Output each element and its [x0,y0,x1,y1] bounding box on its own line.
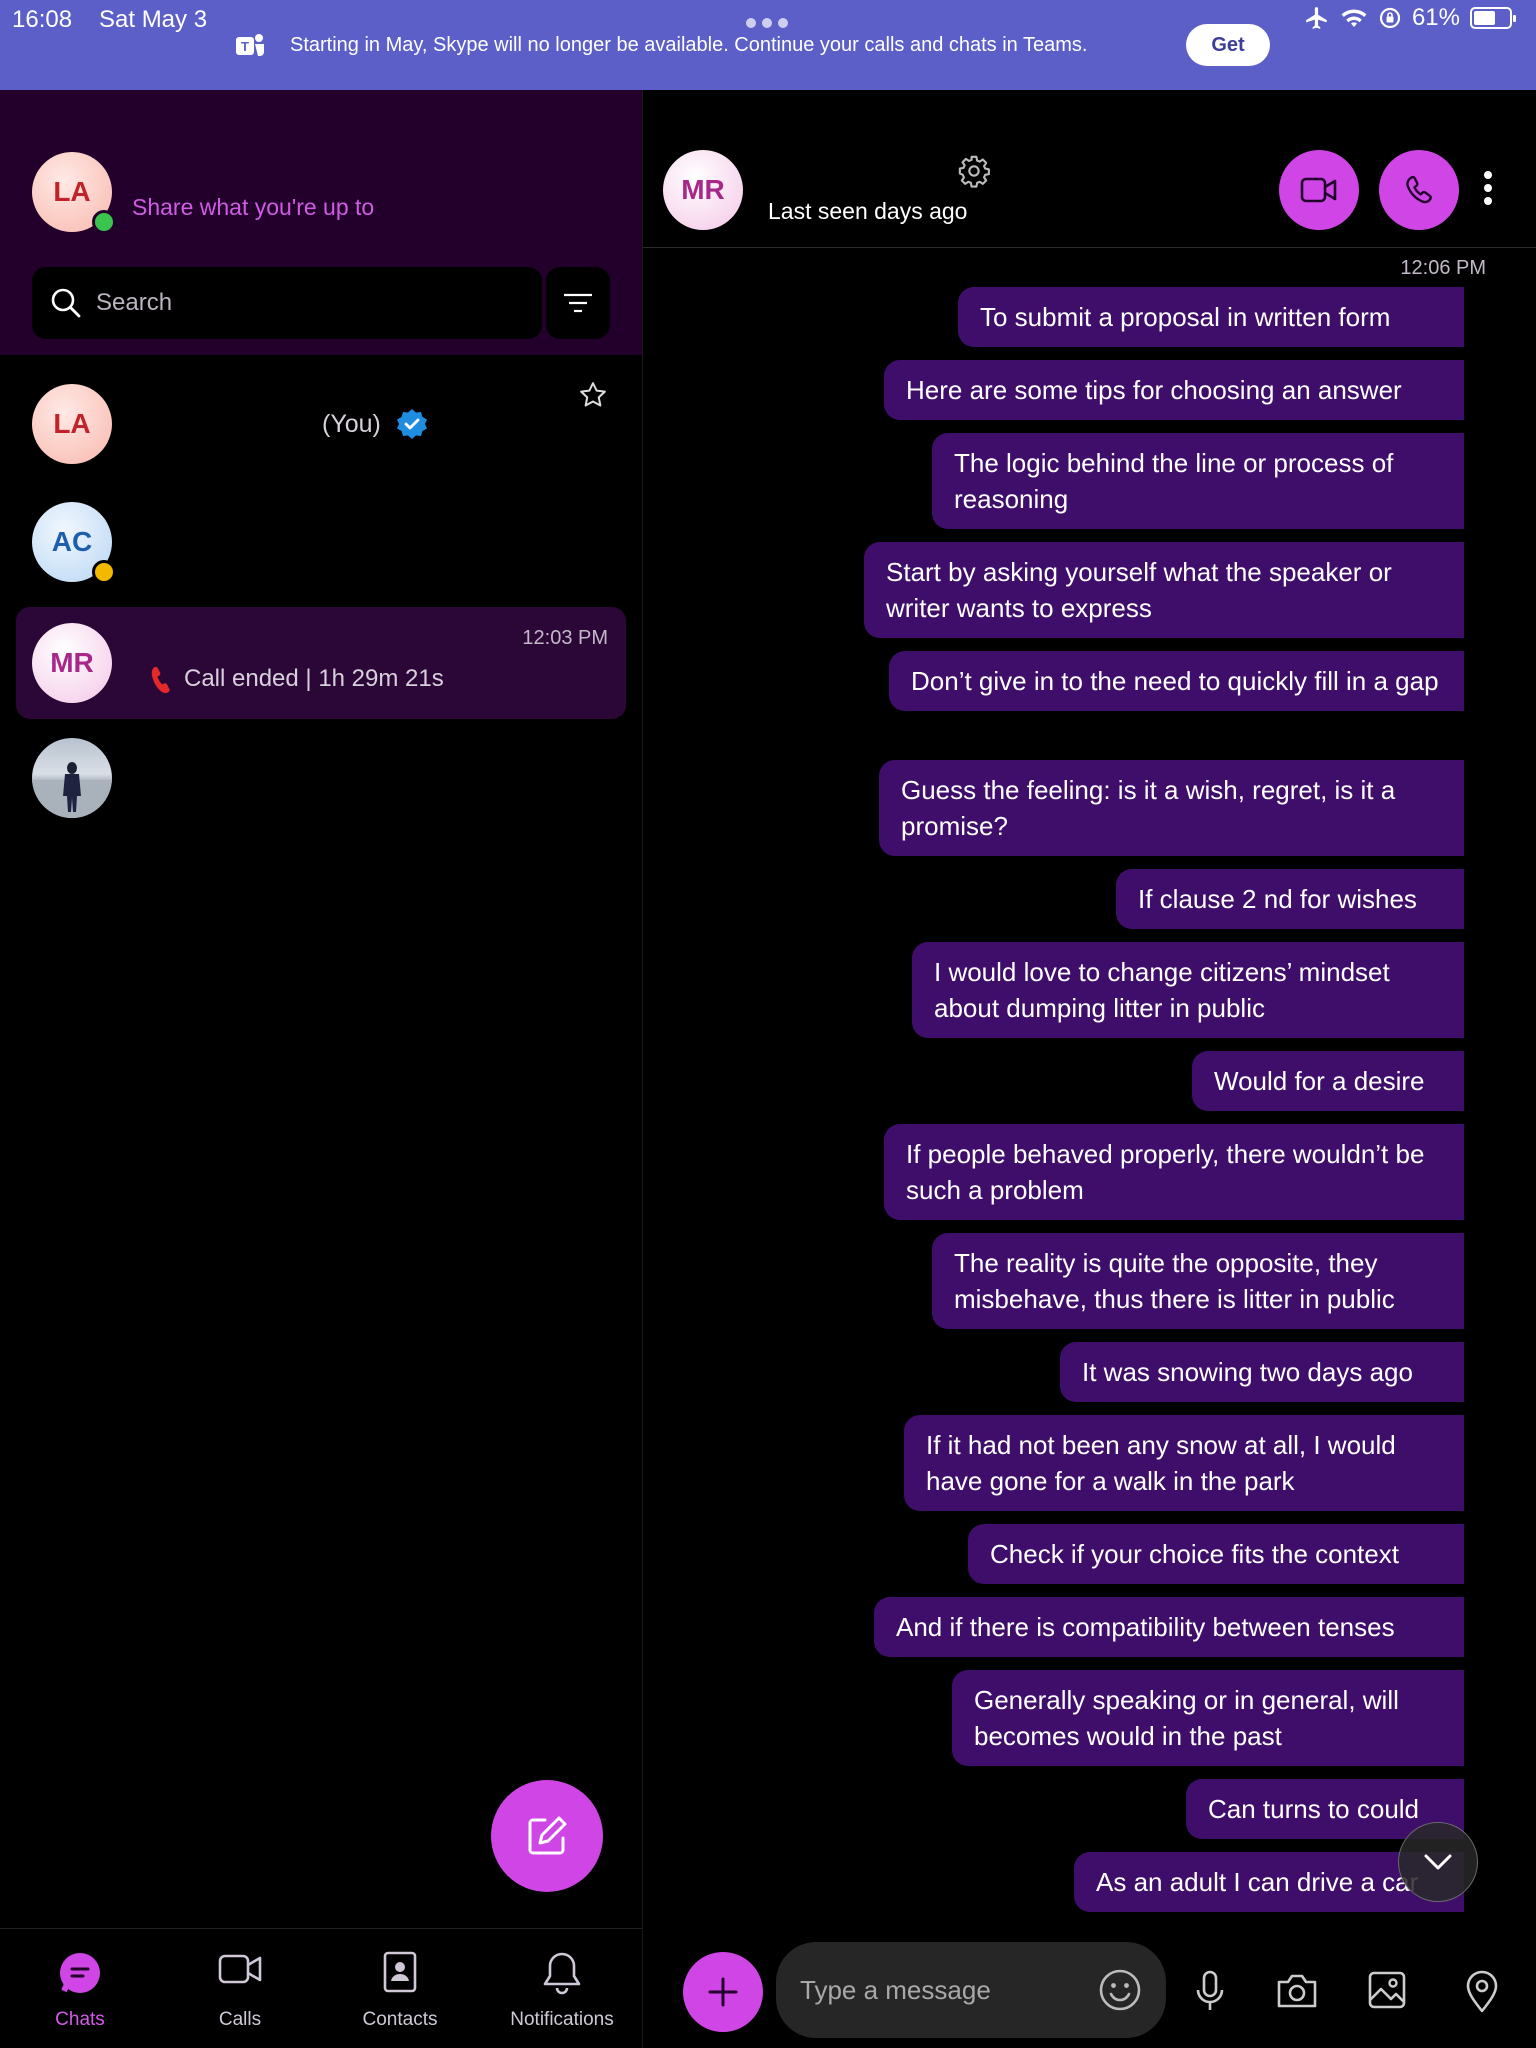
message-bubble[interactable]: The logic behind the line or process of … [932,433,1464,529]
emoji-icon[interactable] [1098,1968,1142,2012]
contact-avatar[interactable]: MR [663,150,743,230]
chat-preview: Call ended | 1h 29m 21s [184,665,444,692]
message-bubble[interactable]: And if there is compatibility between te… [874,1597,1464,1657]
search-icon [51,288,81,318]
message-list[interactable]: 12:06 PM To submit a proposal in written… [643,249,1536,1928]
chat-list-item-self[interactable]: LA [16,368,626,480]
message-input[interactable] [800,1942,1100,2038]
camera-icon[interactable] [1275,1972,1319,2010]
new-chat-button[interactable] [491,1780,603,1892]
search-input[interactable] [96,267,516,339]
message-bubble[interactable]: If clause 2 nd for wishes [1116,869,1464,929]
announcement-banner: 16:08 Sat May 3 61% T Starting in May, S… [0,0,1536,90]
tab-notifications-label: Notifications [510,2009,614,2030]
message-bubble[interactable]: Here are some tips for choosing an answe… [884,360,1464,420]
avatar-initials: MR [50,647,94,678]
more-options-icon[interactable] [1483,170,1493,206]
tab-notifications[interactable]: Notifications [492,1929,632,2048]
gear-icon[interactable] [957,154,991,188]
message-bubble[interactable]: Would for a desire [1192,1051,1464,1111]
message-bubble[interactable]: Check if your choice fits the context [968,1524,1464,1584]
conversation-header: MR Last seen days ago [643,90,1536,248]
battery-percentage: 61% [1411,4,1460,31]
tab-chats-label: Chats [55,2009,105,2030]
multitasking-dots-icon[interactable] [746,18,790,30]
online-presence-dot [92,210,116,234]
message-bubble[interactable]: To submit a proposal in written form [958,287,1464,347]
chat-list-item-photo[interactable] [16,722,626,834]
chat-timestamp: 12:03 PM [522,627,608,649]
status-date: Sat May 3 [99,6,208,33]
message-bubble[interactable]: Generally speaking or in general, will b… [952,1670,1464,1766]
message-bubble[interactable]: I would love to change citizens’ mindset… [912,942,1464,1038]
message-bubble[interactable]: Guess the feeling: is it a wish, regret,… [879,760,1464,856]
video-camera-icon [218,1954,262,1984]
chat-list-pane: LA Share what you're up to LA (You) AC M… [0,90,642,2048]
banner-message: Starting in May, Skype will no longer be… [290,34,1088,56]
status-time: 16:08 [12,6,73,33]
avatar: LA [32,384,112,464]
status-indicators: 61% [1304,4,1516,32]
video-call-button[interactable] [1279,150,1359,230]
share-status-prompt[interactable]: Share what you're up to [132,194,374,221]
message-composer [643,1928,1536,2048]
message-bubble[interactable]: Don’t give in to the need to quickly fil… [889,651,1464,711]
plus-icon [708,1977,738,2007]
contact-initials: MR [681,174,725,205]
filter-icon [564,293,592,313]
last-seen-status: Last seen days ago [768,198,968,224]
favorite-star-icon[interactable] [578,380,608,410]
get-teams-button[interactable]: Get [1186,24,1270,66]
add-attachment-button[interactable] [683,1952,763,2032]
chats-icon [60,1953,100,1993]
avatar-initials: LA [53,408,91,439]
scroll-to-bottom-button[interactable] [1398,1822,1478,1902]
orientation-lock-icon [1379,7,1401,29]
gallery-icon[interactable] [1367,1970,1407,2010]
message-bubble[interactable]: If people behaved properly, there wouldn… [884,1124,1464,1220]
bell-icon [543,1952,581,1995]
message-bubble[interactable]: The reality is quite the opposite, they … [932,1233,1464,1329]
video-camera-icon [1300,177,1337,203]
contacts-book-icon [383,1951,417,1993]
avatar: AC [32,502,116,584]
message-bubble[interactable]: If it had not been any snow at all, I wo… [904,1415,1464,1511]
compose-icon [528,1816,567,1855]
tab-contacts-label: Contacts [362,2009,438,2030]
teams-logo-icon: T [236,34,264,56]
tab-calls-label: Calls [218,2009,262,2030]
away-presence-dot [92,560,116,584]
filter-button[interactable] [546,267,610,339]
airplane-icon [1306,7,1327,29]
avatar-initials: AC [51,526,93,557]
message-field[interactable] [776,1942,1166,2038]
profile-initials: LA [53,176,91,207]
microphone-icon[interactable] [1195,1970,1225,2012]
sidebar-header: LA Share what you're up to [0,90,642,355]
battery-icon [1470,7,1516,29]
chevron-down-icon [1424,1854,1452,1870]
self-label: (You) [322,410,381,438]
tab-calls[interactable]: Calls [170,1929,310,2048]
tab-contacts[interactable]: Contacts [330,1929,470,2048]
message-bubble[interactable]: Start by asking yourself what the speake… [864,542,1464,638]
message-timestamp: 12:06 PM [1400,257,1486,279]
verified-badge-icon [397,409,427,439]
bottom-navigation: Chats Calls Contacts Notifications [0,1928,642,2048]
search-bar[interactable] [32,267,542,339]
person-silhouette [32,762,112,818]
chat-list-item-mr[interactable]: MR 12:03 PM Call ended | 1h 29m 21s [16,607,626,719]
message-bubble[interactable]: It was snowing two days ago [1060,1342,1464,1402]
person-in-snow-photo [32,738,112,818]
profile-avatar[interactable]: LA [32,152,116,234]
missed-call-icon [151,666,170,693]
svg-text:T: T [241,39,249,54]
wifi-icon [1341,9,1367,27]
tab-chats[interactable]: Chats [10,1929,150,2048]
avatar: MR [32,623,112,703]
location-pin-icon[interactable] [1465,1970,1499,2014]
chat-list-item-ac[interactable]: AC [16,486,626,598]
phone-icon [1406,175,1432,204]
audio-call-button[interactable] [1379,150,1459,230]
